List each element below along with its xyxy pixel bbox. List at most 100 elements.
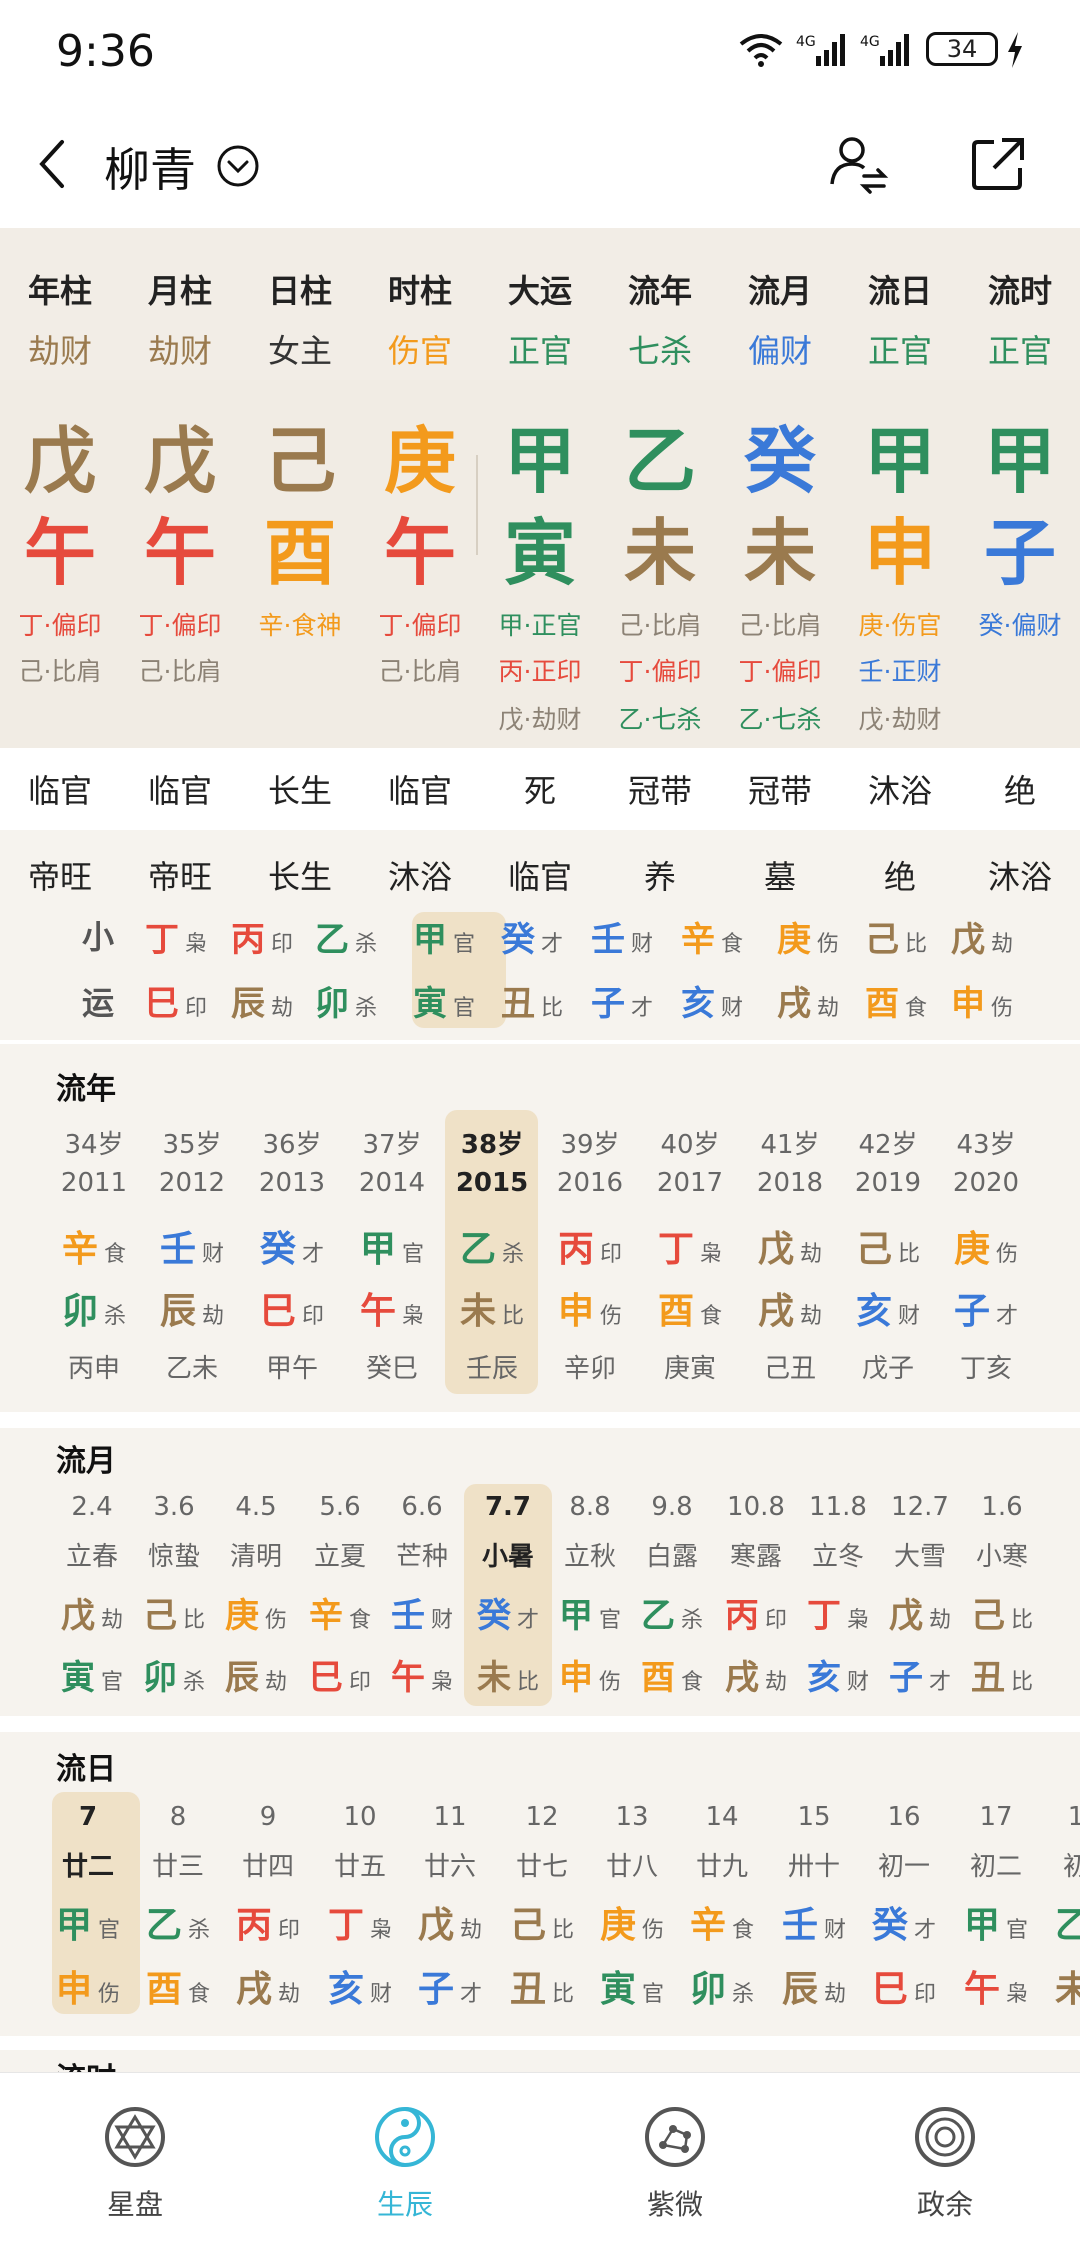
- ganzhi-char: 癸: [871, 1905, 908, 1946]
- ganzhi-char: 癸: [259, 1229, 296, 1270]
- ganzhi-char: 亥: [680, 984, 715, 1024]
- ten-god-tag: 比: [182, 1608, 205, 1633]
- share-icon[interactable]: [968, 134, 1028, 194]
- tab-xingpan[interactable]: 星盘: [0, 2073, 270, 2245]
- ganzhi-char: 己: [142, 1596, 177, 1636]
- growth-stage: 死: [523, 772, 556, 810]
- ten-god-tag: 伤: [98, 1982, 121, 2007]
- hidden-stem: 己·比肩: [138, 657, 222, 686]
- liunian-xiaoyun-pillar: 丙申: [67, 1354, 120, 1384]
- ganzhi-char: 甲: [55, 1905, 92, 1946]
- ten-god-tag: 食: [104, 1242, 127, 1267]
- hidden-stem: 庚·伤官: [858, 611, 942, 640]
- pillar-branch: 午: [23, 511, 96, 595]
- ten-god-tag: 杀: [188, 1918, 211, 1943]
- ten-god-tag: 杀: [354, 996, 377, 1021]
- ganzhi-char: 丑: [500, 984, 535, 1024]
- liunian-year: 2012: [158, 1168, 226, 1198]
- liunian-xiaoyun-pillar: 壬辰: [465, 1354, 518, 1384]
- constellation-icon: [645, 2107, 705, 2167]
- ganzhi-char: 辰: [159, 1291, 196, 1332]
- ten-god-tag: 杀: [104, 1304, 127, 1329]
- ganzhi-char: 癸: [476, 1596, 511, 1636]
- liunian-branch: 子才: [936, 1282, 1036, 1334]
- liuri-stem: 乙杀: [128, 1896, 228, 1948]
- tab-zhengyu[interactable]: 政余: [810, 2073, 1080, 2245]
- switch-user-icon[interactable]: [826, 132, 890, 196]
- pillar-stem: 庚: [383, 419, 456, 503]
- pillar-ten-god: 七杀: [627, 332, 692, 370]
- liuri-branch: 戌劫: [218, 1960, 318, 2012]
- growth-stage: 冠带: [747, 772, 812, 810]
- ganzhi-char: 戊: [888, 1596, 923, 1636]
- ten-god-tag: 财: [824, 1918, 847, 1943]
- growth-stage: 帝旺: [27, 858, 92, 896]
- liunian-branch: 辰劫: [142, 1282, 242, 1334]
- bottom-tab-bar: 星盘 生辰 紫微 政余: [0, 2072, 1080, 2245]
- liuri-lunar-day: 卅十: [787, 1852, 840, 1882]
- hidden-stem: 己·比肩: [738, 611, 822, 640]
- ten-god-tag: 官: [642, 1982, 665, 2007]
- liuyue-branches: 寅官卯杀辰劫巳印午枭未比申伤酉食戌劫亥财子才丑比: [0, 1650, 1080, 1700]
- ten-god-tag: 财: [430, 1608, 453, 1633]
- ganzhi-char: 子: [590, 984, 625, 1024]
- liuyue-stems: 戊劫己比庚伤辛食壬财癸才甲官乙杀丙印丁枭戊劫己比: [0, 1588, 1080, 1638]
- ganzhi-char: 己: [864, 920, 899, 960]
- pillar-headers: 年柱 月柱 日柱 时柱 大运 流年 流月 流日 流时: [0, 266, 1080, 310]
- ganzhi-char: 巳: [308, 1658, 343, 1698]
- battery-icon: 34: [926, 32, 998, 66]
- ten-god-tag: 财: [898, 1304, 921, 1329]
- pillar-ten-gods: 劫财 劫财 女主 伤官 正官 七杀 偏财 正官 正官: [0, 326, 1080, 370]
- ten-god-tag: 劫: [100, 1608, 123, 1633]
- ganzhi-char: 亥: [327, 1969, 364, 2010]
- hidden-stem: 乙·七杀: [618, 705, 702, 734]
- hidden-stem: 戊·劫财: [858, 705, 942, 734]
- liunian-stem: 戊劫: [740, 1220, 840, 1272]
- liunian-year: 2018: [756, 1168, 824, 1198]
- liunian-years: 2011 2012 2013 2014 2015 2016 2017 2018 2019 2020: [0, 1168, 1080, 1204]
- back-arrow-icon[interactable]: [34, 134, 74, 194]
- ten-god-tag: 枭: [402, 1304, 425, 1329]
- liunian-branch: 未比: [442, 1282, 542, 1334]
- page-title[interactable]: 柳青: [104, 134, 196, 200]
- ganzhi-char: 寅: [412, 984, 447, 1024]
- pillar-header: 流日: [867, 272, 932, 310]
- ten-god-tag: 伤: [990, 996, 1013, 1021]
- ganzhi-char: 酉: [145, 1969, 182, 2010]
- xiaoyun-stem: 乙杀: [296, 912, 396, 961]
- hidden-stem: 己·比肩: [378, 657, 462, 686]
- ganzhi-char: 巳: [144, 984, 179, 1024]
- svg-text:4G: 4G: [796, 34, 816, 50]
- ten-god-tag: 劫: [990, 932, 1013, 957]
- battery-level: 34: [946, 35, 978, 63]
- liuyue-stem: 己比: [952, 1588, 1052, 1637]
- divider: [0, 1412, 1080, 1428]
- ten-god-tag: 劫: [278, 1982, 301, 2007]
- liuri-branch: 丑比: [492, 1960, 592, 2012]
- liuri-stem: 戊劫: [400, 1896, 500, 1948]
- pillar-stem: 己: [263, 419, 336, 503]
- pillar-stem: 戊: [23, 419, 96, 503]
- liuri-stem: 癸才: [854, 1896, 954, 1948]
- ganzhi-char: 午: [359, 1291, 396, 1332]
- ten-god-tag: 印: [914, 1982, 937, 2007]
- xiaoyun-branch: 酉食: [846, 976, 946, 1025]
- liunian-age: 38岁: [460, 1130, 524, 1160]
- tab-shengchen[interactable]: 生辰: [270, 2073, 540, 2245]
- chevron-down-icon[interactable]: [214, 142, 262, 190]
- ten-god-tag: 官: [452, 932, 475, 957]
- pillar-header: 时柱: [387, 272, 452, 310]
- tab-ziwei[interactable]: 紫微: [540, 2073, 810, 2245]
- ten-god-tag: 食: [700, 1304, 723, 1329]
- ganzhi-char: 丙: [235, 1905, 272, 1946]
- ten-god-tag: 枭: [700, 1242, 723, 1267]
- liuri-branch: 巳印: [854, 1960, 954, 2012]
- liuyue-title: 流月: [56, 1444, 116, 1479]
- ten-god-tag: 印: [600, 1242, 623, 1267]
- ten-god-tag: 才: [460, 1982, 483, 2007]
- liunian-branch: 酉食: [640, 1282, 740, 1334]
- growth-stage: 墓: [763, 858, 796, 896]
- ganzhi-char: 子: [953, 1291, 990, 1332]
- liunian-stem: 辛食: [44, 1220, 144, 1272]
- ten-god-tag: 枭: [370, 1918, 393, 1943]
